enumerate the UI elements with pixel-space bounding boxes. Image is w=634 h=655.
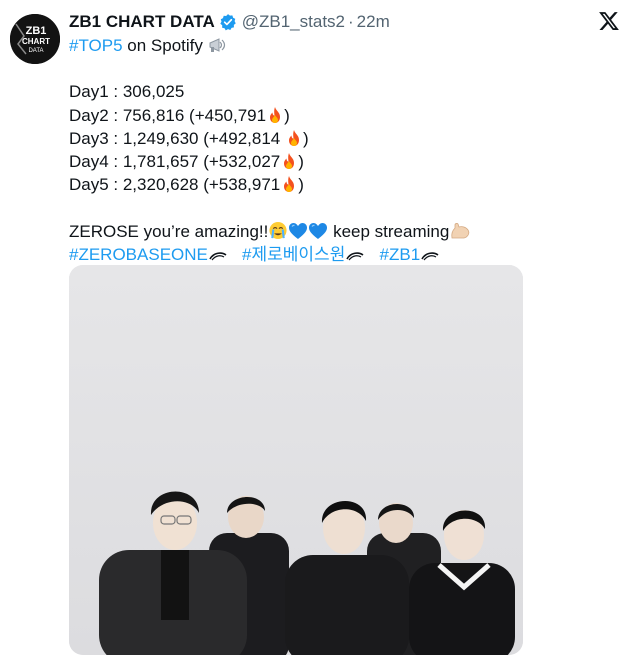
day-close: )	[302, 128, 309, 148]
day-gain: (+538,971	[203, 175, 281, 195]
avatar[interactable]: ZB1 CHART DATA	[10, 14, 60, 64]
hashtag-zb1[interactable]: #ZB1	[380, 245, 421, 264]
day-label: Day1 : 306,025	[69, 82, 185, 102]
group-photo-image	[69, 265, 523, 655]
megaphone-emoji	[209, 38, 225, 52]
closing-end: keep streaming	[328, 221, 450, 241]
day-line-3: Day3 : 1,249,630 (+492,814 )	[69, 127, 609, 150]
tweet: ZB1 CHART DATA ZB1 CHART DATA @ZB1_stats…	[0, 0, 634, 655]
day-line-5: Day5 : 2,320,628 (+538,971)	[69, 173, 609, 196]
timestamp[interactable]: 22m	[357, 12, 390, 32]
hashtag-top5[interactable]: #TOP5	[69, 36, 123, 55]
headline-line: #TOP5 on Spotify	[69, 34, 609, 57]
day-close: )	[284, 105, 290, 125]
verified-badge-icon	[220, 14, 236, 31]
avatar-logo-icon: ZB1 CHART DATA	[10, 14, 60, 64]
headline-rest: on Spotify	[122, 36, 208, 55]
hashtags-line: #ZEROBASEONE #제로베이스원 #ZB1	[69, 243, 609, 266]
fire-emoji	[288, 129, 299, 146]
handle[interactable]: @ZB1_stats2	[242, 12, 345, 32]
tweet-media-photo[interactable]	[69, 265, 523, 655]
hashflag-icon	[421, 251, 439, 261]
day-gain: (+532,027	[203, 151, 281, 171]
fire-emoji	[284, 176, 295, 193]
day-label: Day3 : 1,249,630	[69, 128, 204, 148]
hashtag-korean[interactable]: #제로베이스원	[242, 245, 345, 264]
tweet-text: #TOP5 on Spotify Day1 : 306,025 Day2 : 7…	[69, 34, 609, 266]
hashflag-icon	[209, 251, 227, 261]
loudly-crying-face-emoji	[269, 221, 287, 239]
x-logo-icon[interactable]	[598, 10, 620, 32]
avatar-text-line1: ZB1	[26, 25, 47, 37]
blue-heart-emoji	[309, 222, 328, 239]
day-label: Day5 : 2,320,628	[69, 175, 204, 195]
fire-emoji	[270, 106, 281, 123]
day-line-2: Day2 : 756,816 (+450,791)	[69, 104, 609, 127]
day-gain: (+450,791	[189, 105, 267, 125]
day-gain: (+492,814	[203, 128, 285, 148]
day-label: Day4 : 1,781,657	[69, 151, 204, 171]
display-name[interactable]: ZB1 CHART DATA	[69, 12, 215, 32]
blue-heart-emoji	[289, 222, 308, 239]
tweet-header: ZB1 CHART DATA @ZB1_stats2 · 22m	[69, 11, 390, 33]
separator-dot: ·	[348, 12, 354, 31]
day-label: Day2 : 756,816	[69, 105, 190, 125]
day-close: )	[298, 151, 304, 171]
fire-emoji	[284, 152, 295, 169]
avatar-text-line2: CHART	[22, 37, 50, 46]
day-line-4: Day4 : 1,781,657 (+532,027)	[69, 150, 609, 173]
avatar-text-line3: DATA	[28, 48, 43, 54]
hashflag-icon	[346, 251, 364, 261]
flexed-biceps-emoji	[451, 222, 470, 238]
closing-line: ZEROSE you’re amazing!! keep streaming	[69, 220, 609, 243]
day-close: )	[298, 175, 304, 195]
hashtag-zerobaseone[interactable]: #ZEROBASEONE	[69, 245, 208, 264]
closing-start: ZEROSE you’re amazing!!	[69, 221, 269, 241]
day-line-1: Day1 : 306,025	[69, 80, 609, 103]
